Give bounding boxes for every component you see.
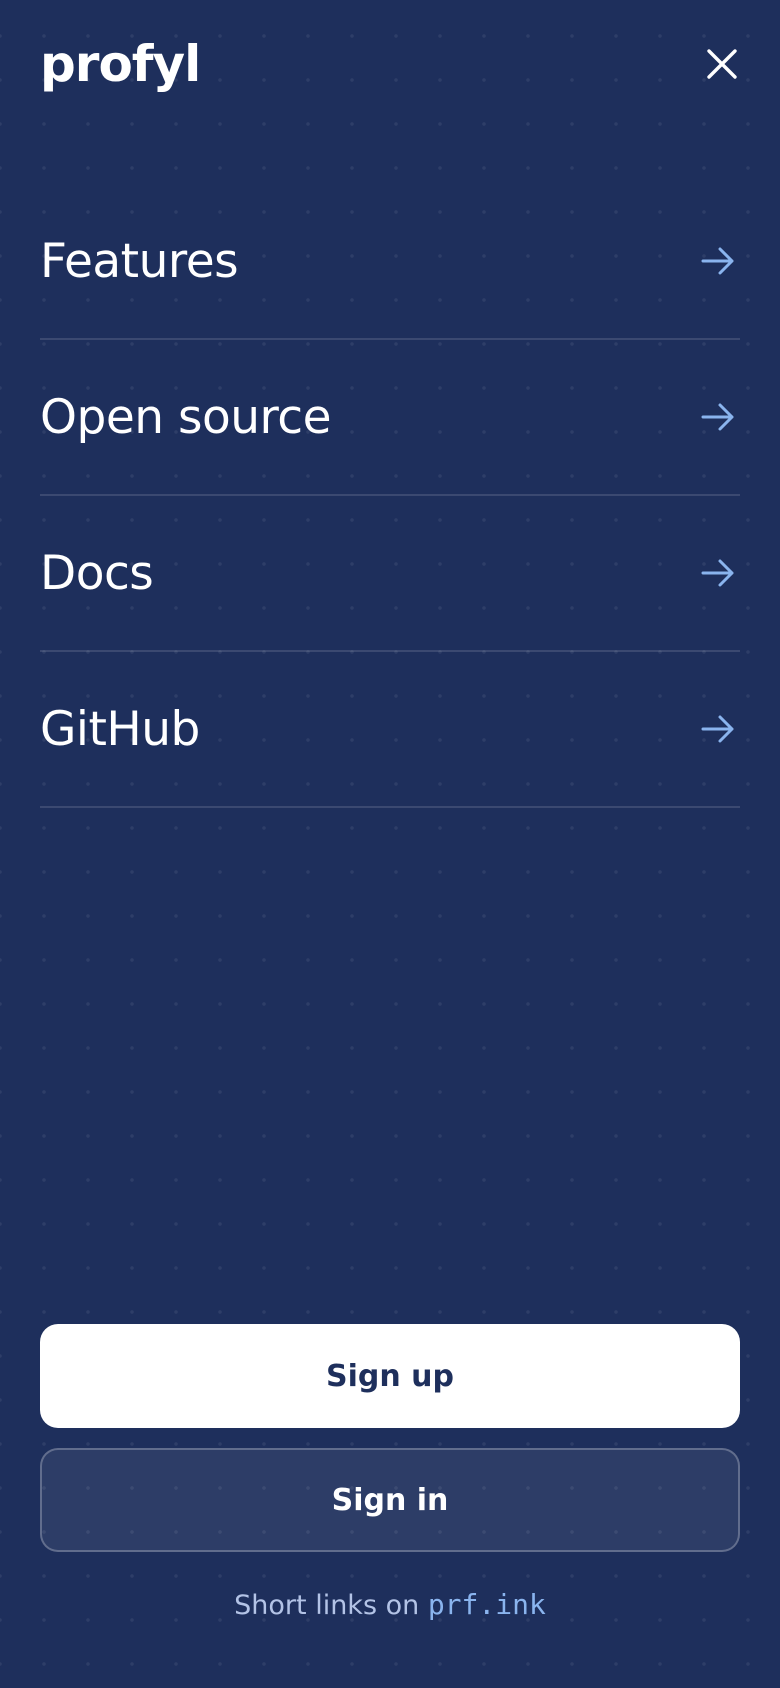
sign-up-button[interactable]: Sign up	[40, 1324, 740, 1428]
arrow-right-icon	[700, 399, 736, 435]
logo[interactable]: profyl	[40, 39, 201, 89]
auth-actions: Sign up Sign in	[40, 1324, 740, 1552]
nav-item-docs[interactable]: Docs	[40, 496, 740, 652]
nav-item-label: Docs	[40, 545, 154, 601]
arrow-right-icon	[700, 243, 736, 279]
sign-in-button[interactable]: Sign in	[40, 1448, 740, 1552]
header: profyl	[40, 32, 740, 96]
nav-item-label: Features	[40, 233, 239, 289]
footer-prefix: Short links on	[234, 1590, 420, 1621]
arrow-right-icon	[700, 711, 736, 747]
nav-item-features[interactable]: Features	[40, 184, 740, 340]
nav-item-label: Open source	[40, 389, 332, 445]
short-link-domain[interactable]: prf.ink	[428, 1588, 546, 1621]
nav-item-label: GitHub	[40, 701, 200, 757]
arrow-right-icon	[700, 555, 736, 591]
footer-note: Short links on prf.ink	[0, 1588, 780, 1621]
nav-item-open-source[interactable]: Open source	[40, 340, 740, 496]
close-icon	[707, 49, 737, 79]
nav-item-github[interactable]: GitHub	[40, 652, 740, 808]
close-button[interactable]	[700, 42, 744, 86]
nav-menu: Features Open source Docs GitHub	[40, 184, 740, 808]
